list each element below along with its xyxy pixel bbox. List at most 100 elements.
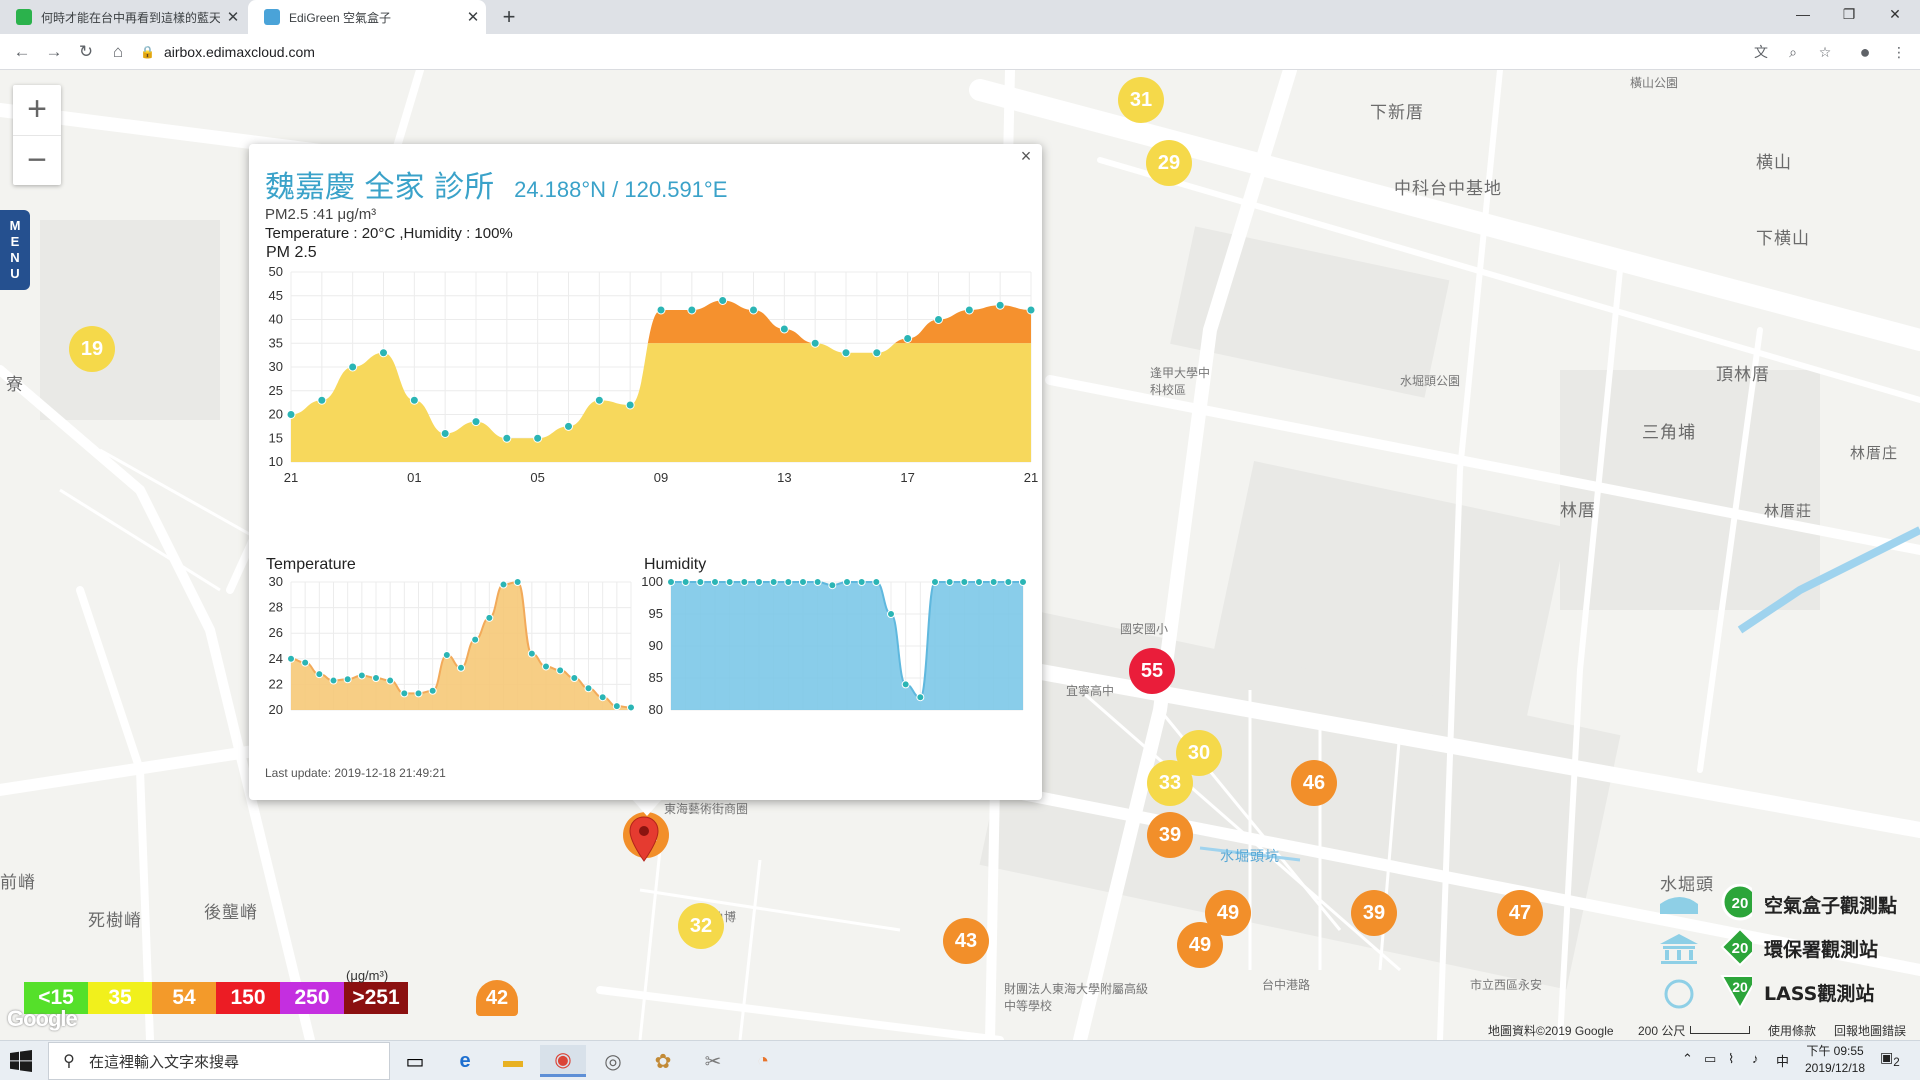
- translate-icon[interactable]: 文: [1748, 38, 1774, 66]
- back-icon[interactable]: ←: [8, 38, 36, 66]
- aqi-marker[interactable]: 29: [1146, 140, 1192, 186]
- map-label: 林厝庄: [1850, 445, 1899, 462]
- aqi-marker[interactable]: 43: [943, 918, 989, 964]
- aqi-marker[interactable]: 32: [678, 903, 724, 949]
- address-bar[interactable]: 🔒 airbox.edimaxcloud.com: [140, 38, 1840, 66]
- pm25-chart[interactable]: 10 15 20 25 30 35 40 45 50 21 01 05 09 13 17 21: [249, 262, 1042, 492]
- browser-toolbar: ← → ↻ ⌂ 🔒 airbox.edimaxcloud.com 文 ⌕ ☆ ●…: [0, 34, 1920, 70]
- map-label: 頂林厝: [1716, 365, 1770, 384]
- zoom-in-button[interactable]: +: [13, 85, 61, 135]
- tray-battery-icon[interactable]: ▭: [1704, 1051, 1716, 1067]
- data-point: [696, 578, 705, 586]
- windows-start-icon[interactable]: [10, 1050, 32, 1072]
- station-type-legend: 20 空氣盒子觀測點 20 環保署觀測站 20 LASS觀測站: [1652, 882, 1920, 1014]
- menu-button[interactable]: MENU: [0, 210, 30, 290]
- app-icon-3[interactable]: ✂: [690, 1045, 736, 1077]
- data-point: [594, 395, 604, 405]
- map-label: 林厝莊: [1764, 503, 1813, 520]
- y-tick-label: 10: [269, 454, 283, 469]
- ime-indicator[interactable]: 中: [1776, 1051, 1789, 1070]
- minimize-icon[interactable]: —: [1780, 0, 1826, 30]
- map-data-attribution[interactable]: 地圖資料©2019 Google: [1488, 1022, 1614, 1039]
- zoom-icon[interactable]: ⌕: [1780, 38, 1806, 66]
- map-label: 國安國小: [1120, 622, 1169, 636]
- data-point: [409, 395, 419, 405]
- aqi-marker[interactable]: 42: [476, 980, 518, 1016]
- chrome-icon[interactable]: ◉: [540, 1045, 586, 1077]
- map-label: 中科台中基地: [1394, 179, 1502, 198]
- legend-row-lass[interactable]: 20 LASS觀測站: [1652, 970, 1920, 1014]
- taskbar-clock[interactable]: 下午 09:55 2019/12/18: [1800, 1043, 1870, 1077]
- restore-icon[interactable]: ❐: [1826, 0, 1872, 30]
- blender-icon[interactable]: ◔: [740, 1045, 786, 1077]
- legend-row-airbox[interactable]: 20 空氣盒子觀測點: [1652, 882, 1920, 926]
- aqi-marker[interactable]: 47: [1497, 890, 1543, 936]
- data-point: [386, 676, 395, 685]
- star-icon[interactable]: ☆: [1812, 38, 1838, 66]
- data-point: [343, 675, 352, 684]
- pm25-color-scale: (μg/m³) <15 35 54 150 250 >251: [24, 968, 408, 1014]
- app-icon-2[interactable]: ✿: [640, 1045, 686, 1077]
- airbox-icon: 20: [1652, 883, 1759, 924]
- y-tick-label: 24: [269, 651, 283, 666]
- notification-icon[interactable]: ▣2: [1880, 1049, 1900, 1069]
- y-tick-label: 90: [649, 638, 663, 653]
- humidity-chart[interactable]: 80 85 90 95 100: [629, 574, 1039, 734]
- data-point: [687, 305, 697, 315]
- data-point: [315, 670, 324, 679]
- report-error-link[interactable]: 回報地圖錯誤: [1834, 1022, 1906, 1039]
- reload-icon[interactable]: ↻: [72, 38, 100, 66]
- popup-close-button[interactable]: ×: [1016, 146, 1036, 166]
- map-label: 水堀頭公園: [1400, 374, 1461, 388]
- aqi-marker[interactable]: 19: [69, 326, 115, 372]
- aqi-marker[interactable]: 39: [1351, 890, 1397, 936]
- map-pin-icon[interactable]: [629, 816, 659, 862]
- zoom-out-button[interactable]: −: [13, 135, 61, 185]
- aqi-marker[interactable]: 33: [1147, 760, 1193, 806]
- profile-icon[interactable]: ●: [1852, 38, 1878, 66]
- tray-volume-icon[interactable]: ♪: [1752, 1051, 1759, 1066]
- aqi-marker[interactable]: 49: [1177, 922, 1223, 968]
- taskbar-search-input[interactable]: ⚲ 在這裡輸入文字來搜尋: [48, 1042, 390, 1080]
- home-icon[interactable]: ⌂: [104, 38, 132, 66]
- x-tick-label: 13: [777, 470, 791, 485]
- tab-blog[interactable]: 何時才能在台中再看到這樣的藍天 ✕: [0, 0, 246, 34]
- temperature-chart[interactable]: 20 22 24 26 28 30: [249, 574, 639, 734]
- aqi-marker[interactable]: 46: [1291, 760, 1337, 806]
- temperature-chart-title: Temperature: [266, 556, 356, 573]
- map-scale-label[interactable]: 200 公尺: [1638, 1022, 1685, 1039]
- app-icon-1[interactable]: ◎: [590, 1045, 636, 1077]
- y-tick-label: 22: [269, 676, 283, 691]
- tab-edigreen[interactable]: EdiGreen 空氣盒子 ✕: [248, 0, 486, 34]
- data-point: [286, 410, 296, 419]
- edge-icon[interactable]: e: [442, 1045, 488, 1077]
- aqi-marker[interactable]: 39: [1147, 812, 1193, 858]
- aqi-marker[interactable]: 31: [1118, 77, 1164, 123]
- close-icon[interactable]: ✕: [460, 8, 486, 26]
- data-point: [755, 578, 763, 586]
- map-label: 宜寧高中: [1066, 684, 1115, 698]
- data-point: [901, 680, 910, 689]
- data-point: [964, 305, 974, 315]
- window-close-icon[interactable]: ✕: [1872, 0, 1918, 30]
- data-point: [457, 663, 465, 672]
- data-point: [570, 674, 579, 682]
- aqi-marker[interactable]: 55: [1129, 648, 1175, 694]
- forward-icon[interactable]: →: [40, 38, 68, 66]
- file-explorer-icon[interactable]: ▬: [490, 1045, 536, 1077]
- new-tab-button[interactable]: +: [496, 4, 522, 30]
- data-point: [931, 578, 939, 586]
- data-point: [527, 649, 536, 658]
- more-menu-icon[interactable]: ⋮: [1886, 38, 1912, 66]
- map-label: 横山: [1756, 153, 1792, 172]
- terms-link[interactable]: 使用條款: [1768, 1022, 1816, 1039]
- tray-chevron-icon[interactable]: ⌃: [1682, 1051, 1693, 1067]
- edigreen-favicon-icon: [264, 9, 280, 25]
- tray-network-icon[interactable]: ⌇: [1728, 1051, 1734, 1067]
- task-view-icon[interactable]: ▭: [392, 1045, 438, 1077]
- legend-row-epa[interactable]: 20 環保署觀測站: [1652, 926, 1920, 970]
- close-icon[interactable]: ✕: [220, 8, 246, 26]
- temp-humidity-reading: Temperature : 20°C ,Humidity : 100%: [265, 225, 513, 242]
- data-point: [1026, 305, 1036, 315]
- legend-label: 環保署觀測站: [1764, 938, 1879, 961]
